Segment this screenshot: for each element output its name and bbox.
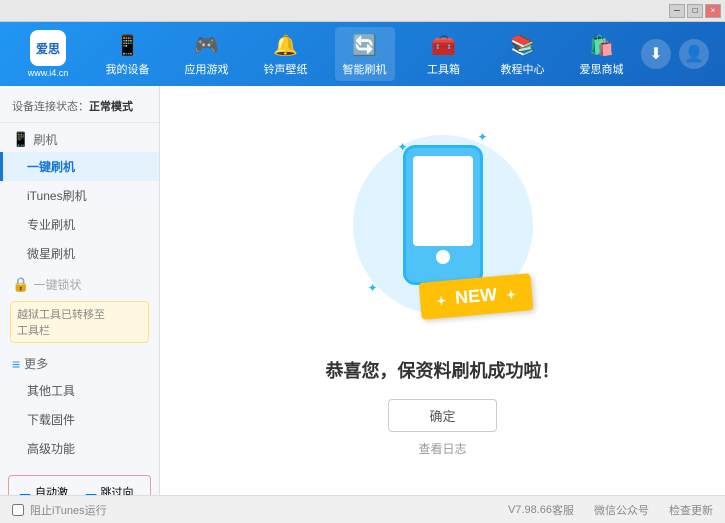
maximize-button[interactable]: □ bbox=[687, 4, 703, 18]
skip-wizard-input[interactable] bbox=[85, 494, 97, 495]
sparkle-2: ✦ bbox=[477, 130, 487, 144]
phone-screen bbox=[413, 156, 473, 246]
nav-label-my-device: 我的设备 bbox=[106, 61, 150, 77]
nav-bar: 📱 我的设备 🎮 应用游戏 🔔 铃声壁纸 🔄 智能刷机 🧰 工具箱 📚 教程中心… bbox=[88, 27, 641, 81]
smart-flash-icon: 🔄 bbox=[351, 31, 379, 59]
nav-label-smart-flash: 智能刷机 bbox=[343, 61, 387, 77]
nav-ringtones[interactable]: 🔔 铃声壁纸 bbox=[256, 27, 316, 81]
logo-icon: 爱思 bbox=[30, 30, 66, 66]
sparkle-1: ✦ bbox=[398, 140, 408, 154]
nav-label-tutorial: 教程中心 bbox=[501, 61, 545, 77]
footer-left: 阻止iTunes运行 bbox=[12, 502, 508, 518]
sidebar-item-weixing-flash[interactable]: 微星刷机 bbox=[0, 239, 159, 268]
view-log-link[interactable]: 查看日志 bbox=[418, 440, 466, 457]
main-content: ✦ ✦ ✦ NEW 恭喜您，保资料刷机成功啦！ 确定 查看日志 bbox=[160, 86, 725, 495]
nav-label-mall: 爱思商城 bbox=[580, 61, 624, 77]
sidebar-item-itunes-flash[interactable]: iTunes刷机 bbox=[0, 181, 159, 210]
auto-activate-checkbox[interactable]: 自动激活 bbox=[19, 484, 75, 495]
sparkle-3: ✦ bbox=[368, 281, 378, 295]
lock-section-icon: 🔒 bbox=[12, 276, 29, 293]
nav-app-games[interactable]: 🎮 应用游戏 bbox=[177, 27, 237, 81]
success-message: 恭喜您，保资料刷机成功啦！ bbox=[326, 357, 560, 383]
sidebar-item-advanced[interactable]: 高级功能 bbox=[0, 434, 159, 463]
section-more-label: 更多 bbox=[24, 355, 48, 372]
section-lock: 🔒 一键锁状 bbox=[0, 272, 159, 297]
header-right: ⬇ 👤 bbox=[641, 39, 717, 69]
phone-illustration: ✦ ✦ ✦ NEW bbox=[343, 125, 543, 345]
phone-home-button bbox=[436, 250, 450, 264]
wechat-public-link[interactable]: 微信公众号 bbox=[594, 502, 649, 518]
logo: 爱思 www.i4.cn bbox=[8, 30, 88, 78]
section-lock-label: 一键锁状 bbox=[33, 276, 81, 293]
new-text: NEW bbox=[455, 284, 499, 308]
close-button[interactable]: × bbox=[705, 4, 721, 18]
title-bar-controls: ─ □ × bbox=[669, 4, 721, 18]
tutorial-icon: 📚 bbox=[509, 31, 537, 59]
skip-wizard-checkbox[interactable]: 跳过向导 bbox=[85, 484, 141, 495]
check-update-link[interactable]: 检查更新 bbox=[669, 502, 713, 518]
more-section-icon: ≡ bbox=[12, 356, 20, 372]
version-label: V7.98.66 bbox=[508, 504, 552, 516]
nav-label-app-games: 应用游戏 bbox=[185, 61, 229, 77]
nav-tutorial[interactable]: 📚 教程中心 bbox=[493, 27, 553, 81]
stop-itunes-label: 阻止iTunes运行 bbox=[30, 502, 107, 518]
customer-service-link[interactable]: 客服 bbox=[552, 502, 574, 518]
flash-section-icon: 📱 bbox=[12, 131, 29, 148]
stop-itunes-checkbox[interactable] bbox=[12, 504, 24, 516]
nav-toolbox[interactable]: 🧰 工具箱 bbox=[414, 27, 474, 81]
sidebar-item-other-tools[interactable]: 其他工具 bbox=[0, 376, 159, 405]
section-flash: 📱 刷机 bbox=[0, 127, 159, 152]
sidebar: 设备连接状态：正常模式 📱 刷机 一键刷机 iTunes刷机 专业刷机 微星刷机… bbox=[0, 86, 160, 495]
sidebar-item-onekey-flash[interactable]: 一键刷机 bbox=[0, 152, 159, 181]
app-games-icon: 🎮 bbox=[193, 31, 221, 59]
footer-center: V7.98.66 bbox=[508, 504, 552, 516]
nav-label-toolbox: 工具箱 bbox=[427, 61, 460, 77]
auto-activate-label: 自动激活 bbox=[35, 484, 75, 495]
section-flash-label: 刷机 bbox=[33, 131, 57, 148]
nav-my-device[interactable]: 📱 我的设备 bbox=[98, 27, 158, 81]
connection-status: 设备连接状态：正常模式 bbox=[0, 94, 159, 123]
sidebar-item-pro-flash[interactable]: 专业刷机 bbox=[0, 210, 159, 239]
user-button[interactable]: 👤 bbox=[679, 39, 709, 69]
section-more: ≡ 更多 bbox=[0, 351, 159, 376]
auto-activate-input[interactable] bbox=[19, 494, 31, 495]
confirm-button[interactable]: 确定 bbox=[388, 399, 496, 432]
minimize-button[interactable]: ─ bbox=[669, 4, 685, 18]
my-device-icon: 📱 bbox=[114, 31, 142, 59]
status-value: 正常模式 bbox=[89, 101, 133, 113]
mall-icon: 🛍️ bbox=[588, 31, 616, 59]
lock-notice: 越狱工具已转移至工具栏 bbox=[10, 301, 149, 343]
logo-url: www.i4.cn bbox=[28, 68, 69, 78]
sidebar-item-download-firmware[interactable]: 下载固件 bbox=[0, 405, 159, 434]
nav-label-ringtones: 铃声壁纸 bbox=[264, 61, 308, 77]
nav-mall[interactable]: 🛍️ 爱思商城 bbox=[572, 27, 632, 81]
toolbox-icon: 🧰 bbox=[430, 31, 458, 59]
skip-wizard-label: 跳过向导 bbox=[101, 484, 141, 495]
phone-shape bbox=[403, 145, 483, 285]
footer-right: 客服 微信公众号 检查更新 bbox=[552, 502, 713, 518]
header: 爱思 www.i4.cn 📱 我的设备 🎮 应用游戏 🔔 铃声壁纸 🔄 智能刷机… bbox=[0, 22, 725, 86]
ringtones-icon: 🔔 bbox=[272, 31, 300, 59]
nav-smart-flash[interactable]: 🔄 智能刷机 bbox=[335, 27, 395, 81]
title-bar: ─ □ × bbox=[0, 0, 725, 22]
footer: 阻止iTunes运行 V7.98.66 客服 微信公众号 检查更新 bbox=[0, 495, 725, 523]
download-button[interactable]: ⬇ bbox=[641, 39, 671, 69]
